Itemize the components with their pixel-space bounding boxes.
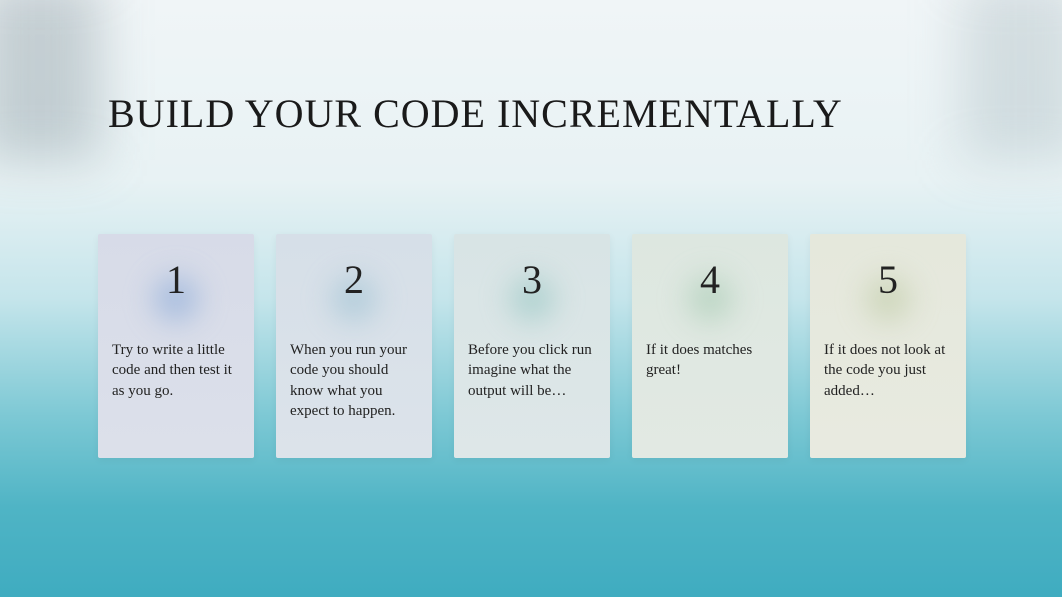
cards-container: 1 Try to write a little code and then te… — [98, 234, 966, 458]
step-text: When you run your code you should know w… — [290, 340, 418, 421]
step-number: 2 — [290, 260, 418, 300]
step-card-4: 4 If it does matches great! — [632, 234, 788, 458]
step-text: Before you click run imagine what the ou… — [468, 340, 596, 401]
slide-title: BUILD YOUR CODE INCREMENTALLY — [108, 90, 843, 137]
step-card-3: 3 Before you click run imagine what the … — [454, 234, 610, 458]
step-number: 3 — [468, 260, 596, 300]
step-card-1: 1 Try to write a little code and then te… — [98, 234, 254, 458]
step-text: If it does matches great! — [646, 340, 774, 381]
background-blur-left — [0, 0, 100, 160]
background-blur-right — [962, 0, 1062, 160]
step-number: 5 — [824, 260, 952, 300]
step-number: 4 — [646, 260, 774, 300]
step-text: Try to write a little code and then test… — [112, 340, 240, 401]
step-text: If it does not look at the code you just… — [824, 340, 952, 401]
step-number: 1 — [112, 260, 240, 300]
step-card-2: 2 When you run your code you should know… — [276, 234, 432, 458]
step-card-5: 5 If it does not look at the code you ju… — [810, 234, 966, 458]
